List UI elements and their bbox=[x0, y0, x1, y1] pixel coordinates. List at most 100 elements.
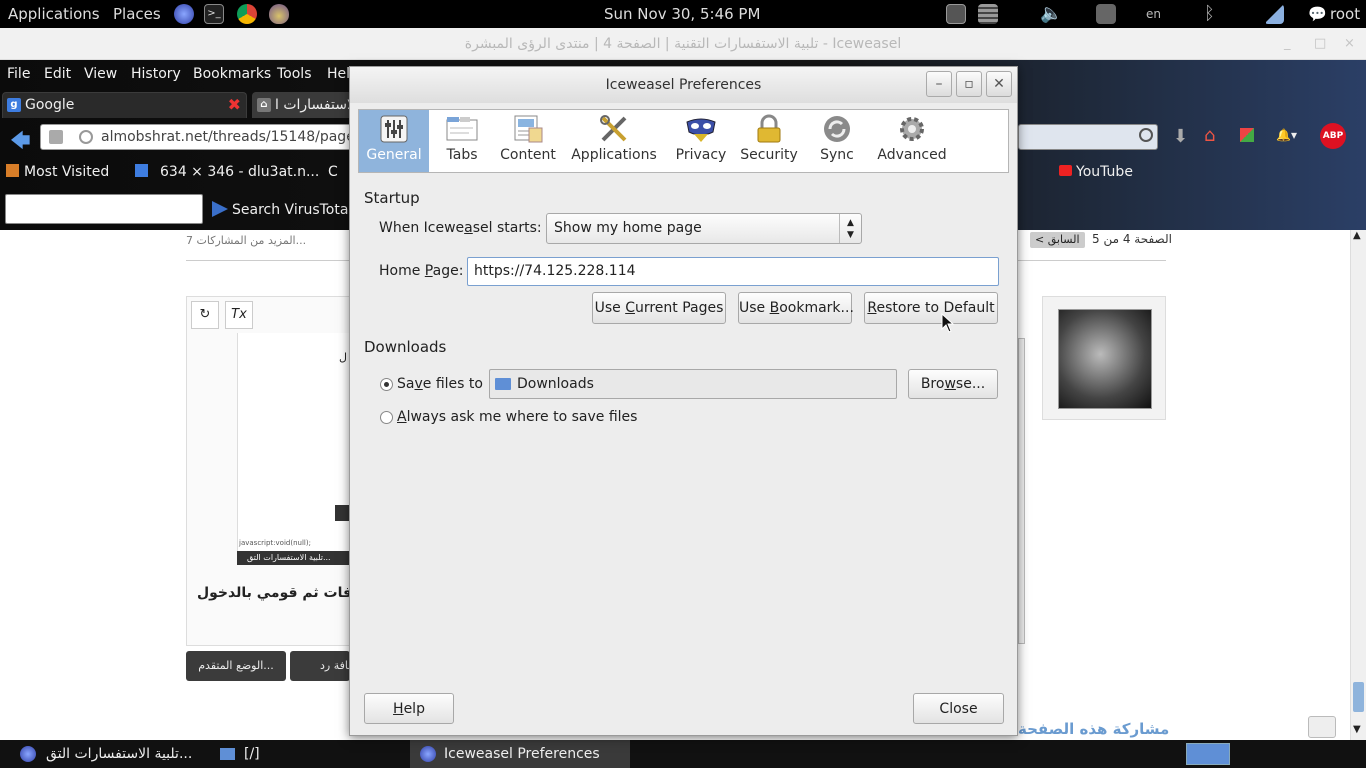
virustotal-icon[interactable] bbox=[212, 201, 228, 217]
more-posts-link[interactable]: المزيد من المشاركات 7... bbox=[186, 234, 306, 247]
scroll-up-icon[interactable]: ▲ bbox=[1353, 230, 1361, 241]
tab-tabs[interactable]: Tabs bbox=[429, 110, 495, 172]
browser-window-title: تلبية الاستفسارات التقنية | الصفحة 4 | م… bbox=[464, 36, 902, 52]
bookmark-dlu3at[interactable]: 634 × 346 - dlu3at.n... bbox=[135, 164, 319, 180]
download-icon[interactable]: ⬇ bbox=[1173, 126, 1188, 147]
applications-menu[interactable]: Applications bbox=[8, 0, 100, 28]
addon-icon[interactable] bbox=[1240, 128, 1254, 142]
save-files-label[interactable]: Save files to bbox=[397, 376, 483, 392]
dialog-titlebar[interactable]: Iceweasel Preferences – ▫ ✕ bbox=[350, 67, 1017, 103]
restore-default-button[interactable]: Restore to Default bbox=[864, 292, 998, 324]
use-bookmark-button[interactable]: Use Bookmark... bbox=[738, 292, 854, 324]
always-ask-radio[interactable] bbox=[380, 411, 393, 424]
notification-icon[interactable]: 🔔▾ bbox=[1276, 128, 1297, 142]
chrome-launcher-icon[interactable] bbox=[237, 4, 257, 24]
user-menu[interactable]: root bbox=[1330, 0, 1360, 28]
tab-applications[interactable]: Applications bbox=[561, 110, 667, 172]
always-ask-label[interactable]: Always ask me where to save files bbox=[397, 409, 637, 425]
bluetooth-icon[interactable]: ᛒ bbox=[1204, 0, 1215, 28]
menu-bookmarks[interactable]: Bookmarks bbox=[193, 66, 271, 82]
inner-scrollbar[interactable] bbox=[1018, 338, 1025, 644]
tabs-icon bbox=[446, 117, 478, 141]
url-bar[interactable]: almobshrat.net/threads/15148/page- bbox=[40, 124, 352, 150]
reply-button[interactable]: إضافة رد bbox=[290, 651, 350, 681]
folder-icon bbox=[495, 378, 511, 390]
menu-history[interactable]: History bbox=[131, 66, 181, 82]
toggle-icon[interactable] bbox=[1308, 716, 1336, 738]
google-favicon-icon bbox=[135, 164, 148, 177]
screen-icon[interactable] bbox=[946, 4, 966, 24]
taskbar-item-files[interactable]: [/] bbox=[218, 744, 398, 764]
help-button[interactable]: Help bbox=[364, 693, 454, 724]
bookmark-c[interactable]: C bbox=[328, 164, 338, 180]
page-info-icon[interactable] bbox=[49, 130, 63, 144]
menu-file[interactable]: File bbox=[7, 66, 30, 82]
taskbar-item-browser[interactable]: تلبية الاستفسارات التق... bbox=[18, 744, 208, 764]
save-files-radio[interactable] bbox=[380, 378, 393, 391]
download-folder-field[interactable]: Downloads bbox=[489, 369, 897, 399]
minimize-icon[interactable]: _ bbox=[1284, 28, 1291, 60]
tab-forum[interactable]: ⌂ تلبية الاستفسارات ا bbox=[252, 92, 352, 118]
tab-content[interactable]: Content bbox=[495, 110, 561, 172]
workspace-switcher[interactable] bbox=[1186, 743, 1230, 765]
tor-launcher-icon[interactable] bbox=[269, 4, 289, 24]
scroll-down-icon[interactable]: ▼ bbox=[1353, 724, 1361, 735]
search-icon[interactable] bbox=[1139, 128, 1153, 142]
browse-button[interactable]: Browse... bbox=[908, 369, 998, 399]
keyboard-layout[interactable]: en bbox=[1146, 0, 1161, 28]
search-virustotal[interactable]: Search VirusTotal bbox=[232, 202, 352, 218]
terminal-launcher-icon[interactable]: >_ bbox=[204, 4, 224, 24]
advanced-mode-button[interactable]: الوضع المتقدم... bbox=[186, 651, 286, 681]
tab-security[interactable]: Security bbox=[735, 110, 803, 172]
bookmark-most-visited[interactable]: Most Visited bbox=[6, 164, 109, 180]
prev-page-button[interactable]: < السابق bbox=[1030, 232, 1085, 248]
tab-privacy[interactable]: Privacy bbox=[667, 110, 735, 172]
avatar-card bbox=[1042, 296, 1166, 420]
menu-tools[interactable]: Tools bbox=[277, 66, 312, 82]
dialog-title: Iceweasel Preferences bbox=[605, 77, 762, 93]
close-button[interactable]: Close bbox=[913, 693, 1004, 724]
places-menu[interactable]: Places bbox=[113, 0, 161, 28]
tab-general[interactable]: General bbox=[359, 110, 429, 172]
startup-select[interactable]: Show my home page ▲ ▼ bbox=[546, 213, 862, 244]
tab-google[interactable]: g Google ✖ bbox=[2, 92, 247, 118]
maximize-icon[interactable]: □ bbox=[1314, 28, 1326, 60]
search-input[interactable] bbox=[5, 194, 203, 224]
page-scrollbar[interactable]: ▲ ▼ bbox=[1350, 230, 1366, 740]
use-current-pages-button[interactable]: Use Current Pages bbox=[592, 292, 726, 324]
close-icon[interactable]: × bbox=[1344, 28, 1355, 60]
tab-sync[interactable]: Sync bbox=[803, 110, 871, 172]
clear-format-icon[interactable]: Tx bbox=[225, 301, 253, 329]
taskbar-item-preferences[interactable]: Iceweasel Preferences bbox=[410, 740, 630, 768]
bookmark-youtube[interactable]: YouTube bbox=[1059, 164, 1133, 180]
iceweasel-launcher-icon[interactable] bbox=[174, 4, 194, 24]
menu-edit[interactable]: Edit bbox=[44, 66, 71, 82]
scroll-thumb[interactable] bbox=[1353, 682, 1364, 712]
network-icon[interactable] bbox=[1096, 4, 1116, 24]
avatar[interactable] bbox=[1058, 309, 1152, 409]
iceweasel-icon bbox=[420, 746, 436, 762]
undo-icon[interactable]: ↻ bbox=[191, 301, 219, 329]
dialog-maximize-button[interactable]: ▫ bbox=[956, 71, 982, 97]
browser-window-titlebar: تلبية الاستفسارات التقنية | الصفحة 4 | م… bbox=[0, 28, 1366, 60]
tab-close-icon[interactable]: ✖ bbox=[228, 93, 241, 117]
menu-help[interactable]: Hel bbox=[327, 66, 350, 82]
select-arrows-icon: ▲ ▼ bbox=[839, 214, 861, 243]
menu-view[interactable]: View bbox=[84, 66, 117, 82]
taskbar: تلبية الاستفسارات التق... [/] Iceweasel … bbox=[0, 740, 1366, 768]
tab-advanced[interactable]: Advanced bbox=[871, 110, 953, 172]
home-page-input[interactable]: https://74.125.228.114 bbox=[467, 257, 999, 286]
chat-icon[interactable]: 💬 bbox=[1308, 0, 1327, 28]
home-icon[interactable]: ⌂ bbox=[1204, 125, 1215, 146]
storage-icon[interactable] bbox=[978, 4, 998, 24]
back-arrow-icon[interactable]: 🡄 bbox=[10, 126, 31, 160]
dialog-minimize-button[interactable]: – bbox=[926, 71, 952, 97]
youtube-icon bbox=[1059, 165, 1072, 176]
clock[interactable]: Sun Nov 30, 5:46 PM bbox=[604, 0, 760, 28]
dark-block bbox=[335, 505, 349, 521]
dialog-close-button[interactable]: ✕ bbox=[986, 71, 1012, 97]
volume-muted-icon[interactable]: 🔈 bbox=[1040, 0, 1062, 28]
signal-icon[interactable] bbox=[1264, 4, 1284, 24]
search-box[interactable] bbox=[1018, 124, 1158, 150]
adblock-icon[interactable]: ABP bbox=[1320, 123, 1346, 149]
